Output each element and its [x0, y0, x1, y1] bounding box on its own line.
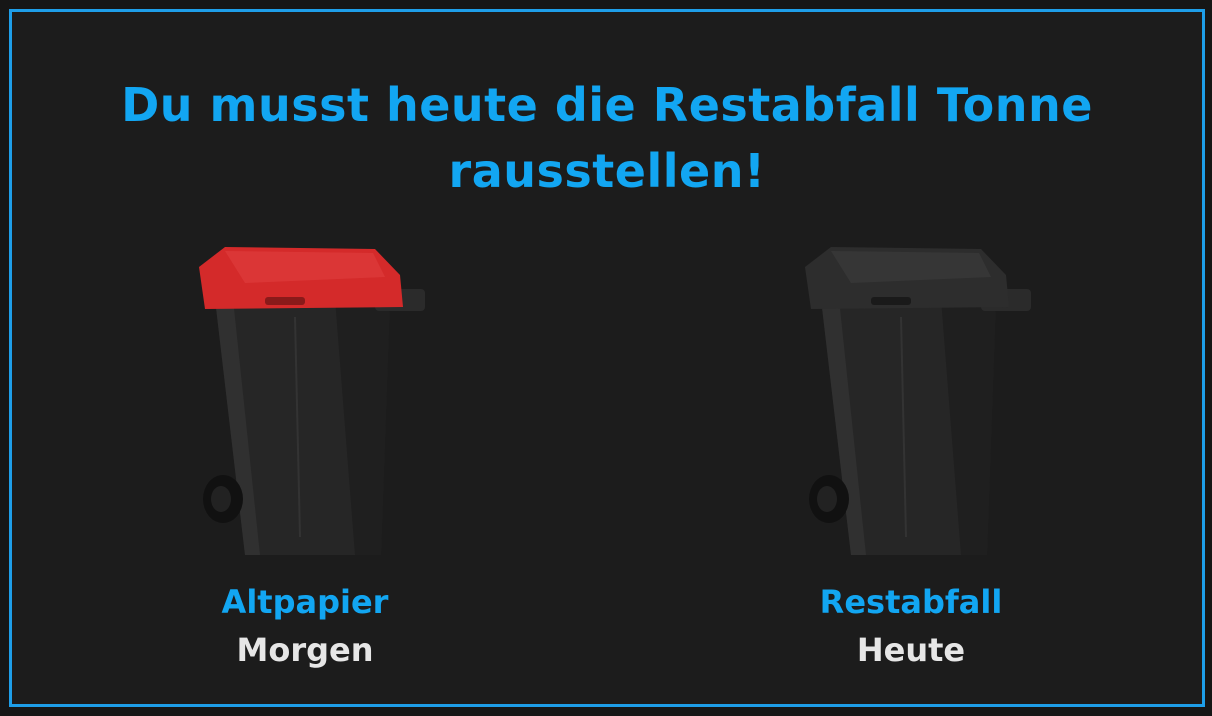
bin-day-label: Morgen	[236, 631, 374, 669]
bin-restabfall: Restabfall Heute	[761, 237, 1061, 677]
bin-name-label: Altpapier	[221, 583, 389, 621]
bin-altpapier: Altpapier Morgen	[155, 237, 455, 677]
bin-name-label: Restabfall	[819, 583, 1003, 621]
reminder-headline: Du musst heute die Restabfall Tonne raus…	[121, 78, 1093, 198]
red-lid-waste-bin-icon	[199, 247, 425, 555]
waste-reminder-card: Du musst heute die Restabfall Tonne raus…	[9, 9, 1205, 707]
bin-day-label: Heute	[856, 631, 966, 669]
black-waste-bin-icon	[805, 247, 1031, 555]
